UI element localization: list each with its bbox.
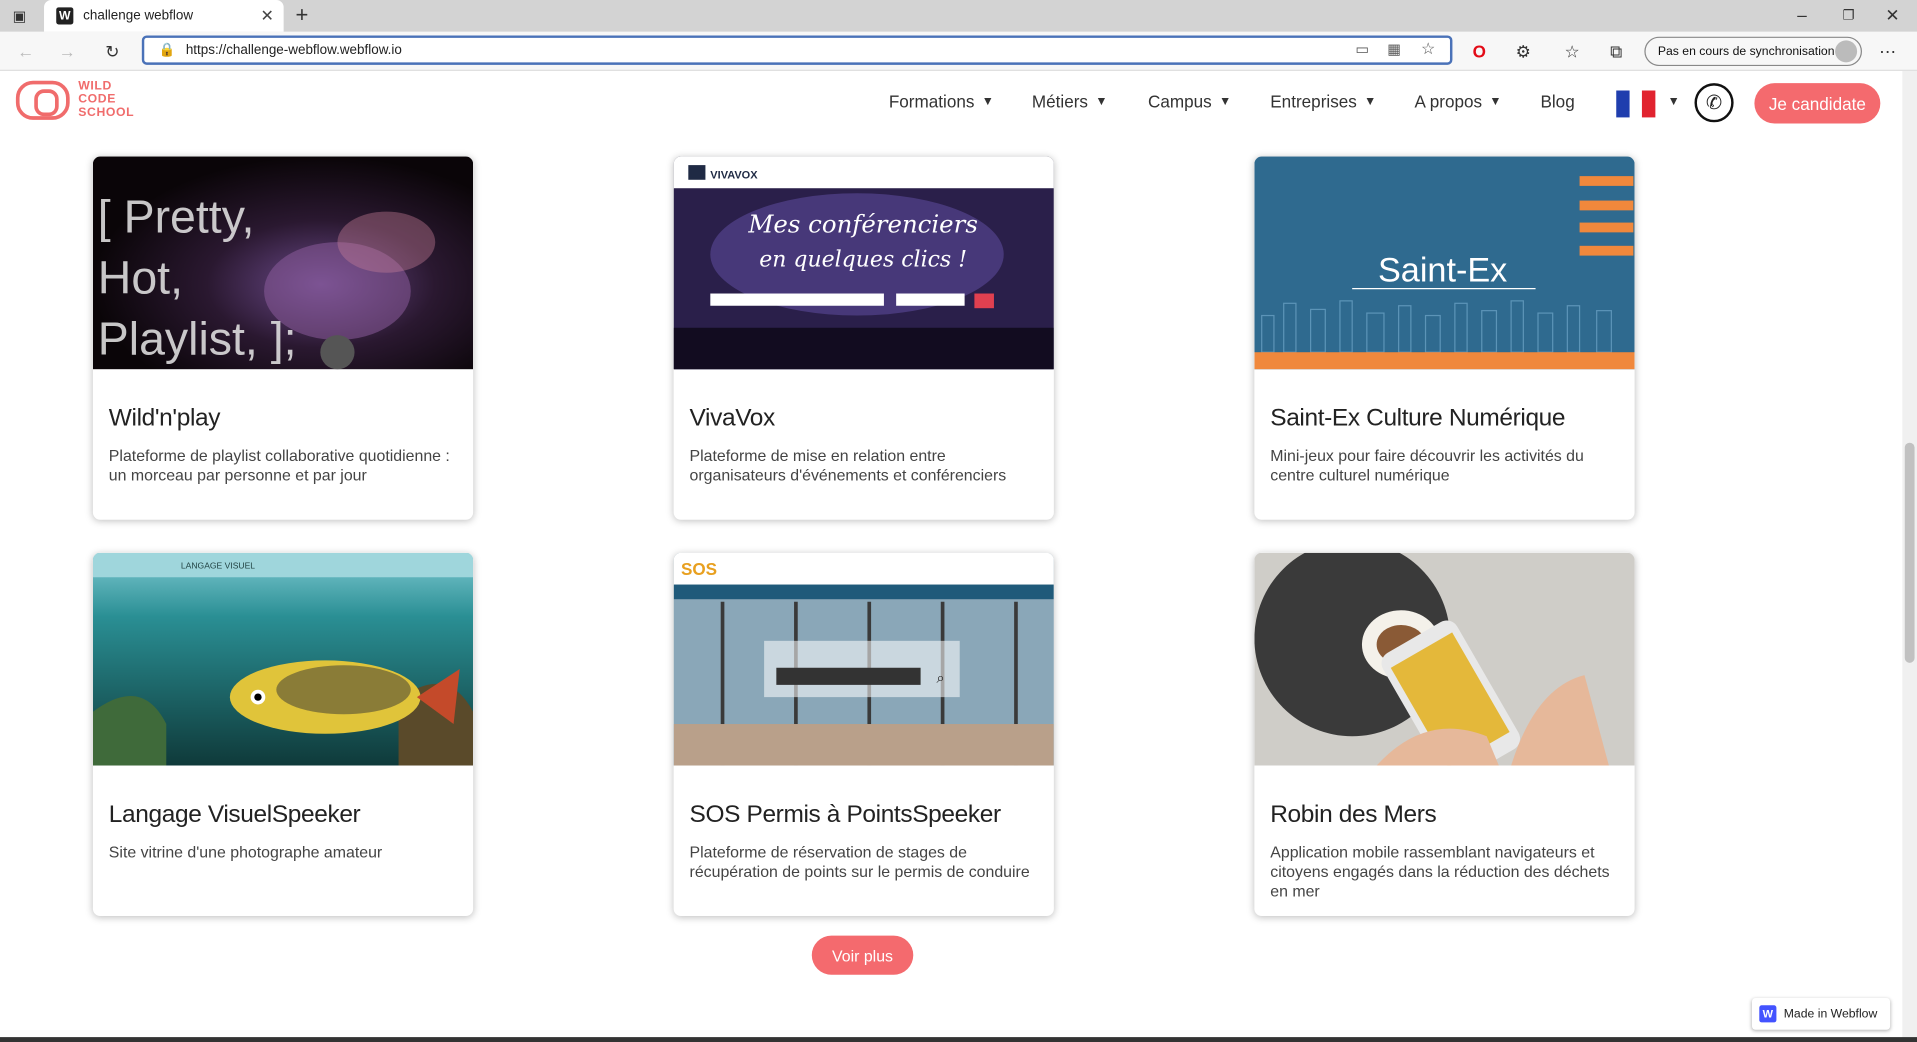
- chevron-down-icon: ▼: [1219, 94, 1232, 109]
- restore-icon[interactable]: ❐: [1839, 4, 1859, 26]
- favorite-star-icon[interactable]: ☆: [1421, 39, 1435, 59]
- svg-text:Mes conférenciers: Mes conférenciers: [747, 209, 977, 238]
- project-title: Langage VisuelSpeeker: [108, 801, 361, 828]
- forward-icon[interactable]: →: [56, 40, 78, 62]
- project-title: Wild'n'play: [108, 404, 221, 432]
- svg-text:Hot,: Hot,: [98, 252, 183, 304]
- nav-entreprises[interactable]: Entreprises ▼: [1270, 92, 1376, 112]
- project-card[interactable]: VIVAVOX Mes conférenciers en quelques cl…: [673, 156, 1054, 520]
- extensions-icon[interactable]: ⚙: [1514, 40, 1534, 62]
- tab-title: challenge webflow: [83, 8, 194, 24]
- project-title: Robin des Mers: [1270, 801, 1437, 828]
- logo-line: CODE: [78, 92, 117, 107]
- je-candidate-button[interactable]: Je candidate: [1754, 83, 1881, 124]
- back-icon[interactable]: ←: [15, 40, 37, 62]
- project-description: Plateforme de réservation de stages de r…: [689, 842, 1030, 881]
- nav-label: Formations: [888, 91, 975, 112]
- nav-metiers[interactable]: Métiers ▼: [1032, 92, 1108, 112]
- address-bar-row: ← → ↻ 🔒 https://challenge-webflow.webflo…: [0, 31, 1917, 71]
- nav-a-propos[interactable]: A propos ▼: [1415, 92, 1502, 112]
- svg-text:LANGAGE VISUEL: LANGAGE VISUEL: [181, 561, 255, 571]
- svg-text:[ Pretty,: [ Pretty,: [98, 190, 255, 242]
- chevron-down-icon: ▼: [1095, 94, 1108, 109]
- new-tab-icon[interactable]: +: [291, 2, 313, 26]
- project-description: Application mobile rassemblant navigateu…: [1270, 842, 1610, 901]
- svg-text:⌕: ⌕: [936, 669, 944, 686]
- scrollbar-thumb[interactable]: [1904, 442, 1915, 663]
- logo-line: SCHOOL: [78, 106, 135, 120]
- chevron-down-icon: ▼: [1364, 94, 1377, 109]
- logo-line: WILD: [78, 79, 112, 93]
- browser-tab[interactable]: W challenge webflow ✕: [44, 0, 284, 32]
- language-chevron-down-icon[interactable]: ▼: [1660, 95, 1680, 108]
- project-image: [ Pretty, Hot, Playlist, ];: [92, 156, 474, 370]
- project-image: [1254, 552, 1635, 766]
- project-card[interactable]: Robin des Mers Application mobile rassem…: [1254, 552, 1635, 917]
- project-title: Saint-Ex Culture Numérique: [1270, 404, 1566, 432]
- site-header: WILD CODE SCHOOL Formations ▼ Métiers ▼ Ca…: [0, 70, 1903, 135]
- favorites-icon[interactable]: ☆: [1562, 40, 1582, 62]
- nav-label: Métiers: [1031, 91, 1088, 112]
- project-image: VIVAVOX Mes conférenciers en quelques cl…: [673, 156, 1054, 370]
- svg-text:SOS: SOS: [681, 560, 717, 579]
- chevron-down-icon: ▼: [981, 94, 994, 109]
- project-description: Site vitrine d'une photographe amateur: [108, 842, 383, 861]
- reload-icon[interactable]: ↻: [101, 40, 123, 62]
- profile-avatar: [1835, 40, 1858, 63]
- nav-campus[interactable]: Campus ▼: [1148, 92, 1231, 112]
- nav-formations[interactable]: Formations ▼: [889, 92, 994, 112]
- browser-tab-bar: ▣ W challenge webflow ✕ + – ❐ ✕: [0, 0, 1917, 32]
- nav-blog[interactable]: Blog: [1540, 92, 1574, 112]
- chevron-down-icon: ▼: [1489, 94, 1502, 109]
- webflow-badge-label: Made in Webflow: [1783, 1007, 1878, 1021]
- tab-actions-icon[interactable]: ▣: [10, 6, 30, 26]
- svg-text:VIVAVOX: VIVAVOX: [710, 170, 758, 182]
- url-text: https://challenge-webflow.webflow.io: [185, 42, 402, 58]
- svg-text:en quelques clics !: en quelques clics !: [759, 248, 967, 273]
- lock-icon: 🔒: [158, 42, 176, 58]
- project-card[interactable]: [ Pretty, Hot, Playlist, ]; Wild'n'play …: [92, 156, 474, 520]
- language-flag-icon[interactable]: [1616, 90, 1656, 118]
- nav-label: Campus: [1148, 91, 1212, 112]
- nav-label: Entreprises: [1270, 91, 1357, 112]
- project-image: Saint-Ex: [1254, 156, 1635, 370]
- collections-icon[interactable]: ⧉: [1606, 40, 1626, 62]
- voir-plus-button[interactable]: Voir plus: [811, 935, 914, 975]
- logo-mark-icon: [15, 80, 70, 120]
- project-card[interactable]: Saint-Ex Saint-Ex Culture Numérique Mini…: [1254, 156, 1635, 520]
- project-title: VivaVox: [689, 404, 776, 432]
- sync-label: Pas en cours de synchronisation: [1657, 44, 1835, 59]
- more-menu-icon[interactable]: ⋯: [1878, 40, 1898, 62]
- nav-label: Blog: [1540, 91, 1575, 112]
- project-card[interactable]: LANGAGE VISUEL Langage VisuelSpeeker Sit…: [92, 552, 474, 917]
- made-in-webflow-badge[interactable]: W Made in Webflow: [1751, 997, 1891, 1030]
- minimize-icon[interactable]: –: [1792, 4, 1812, 26]
- close-tab-icon[interactable]: ✕: [261, 6, 274, 26]
- project-card[interactable]: SOS ⌕ SOS Permis à PointsSpeeker Platefo…: [673, 552, 1054, 917]
- project-image: SOS ⌕: [673, 552, 1054, 766]
- svg-text:Saint-Ex: Saint-Ex: [1378, 251, 1507, 289]
- page-scrollbar[interactable]: [1902, 70, 1917, 1042]
- nav-label: A propos: [1414, 91, 1483, 112]
- phone-contact-icon[interactable]: ✆: [1694, 83, 1734, 123]
- project-description: Plateforme de mise en relation entre org…: [689, 446, 1007, 485]
- sync-profile-button[interactable]: Pas en cours de synchronisation: [1644, 36, 1862, 67]
- project-description: Plateforme de playlist collaborative quo…: [108, 446, 450, 485]
- url-input[interactable]: 🔒 https://challenge-webflow.webflow.io ▭…: [141, 35, 1453, 65]
- wild-code-school-logo[interactable]: WILD CODE SCHOOL: [15, 79, 135, 120]
- project-description: Mini-jeux pour faire découvrir les activ…: [1270, 446, 1584, 485]
- app-available-icon[interactable]: ▦: [1387, 40, 1401, 57]
- opera-extension-icon[interactable]: O: [1470, 40, 1490, 62]
- window-bottom-edge: [0, 1037, 1917, 1042]
- svg-text:Playlist, ];: Playlist, ];: [98, 313, 297, 365]
- webflow-logo-icon: W: [1759, 1005, 1777, 1023]
- close-window-icon[interactable]: ✕: [1883, 4, 1903, 26]
- reader-view-icon[interactable]: ▭: [1355, 40, 1369, 57]
- webflow-favicon-icon: W: [56, 7, 74, 25]
- project-title: SOS Permis à PointsSpeeker: [689, 801, 1002, 828]
- project-image: LANGAGE VISUEL: [92, 552, 474, 766]
